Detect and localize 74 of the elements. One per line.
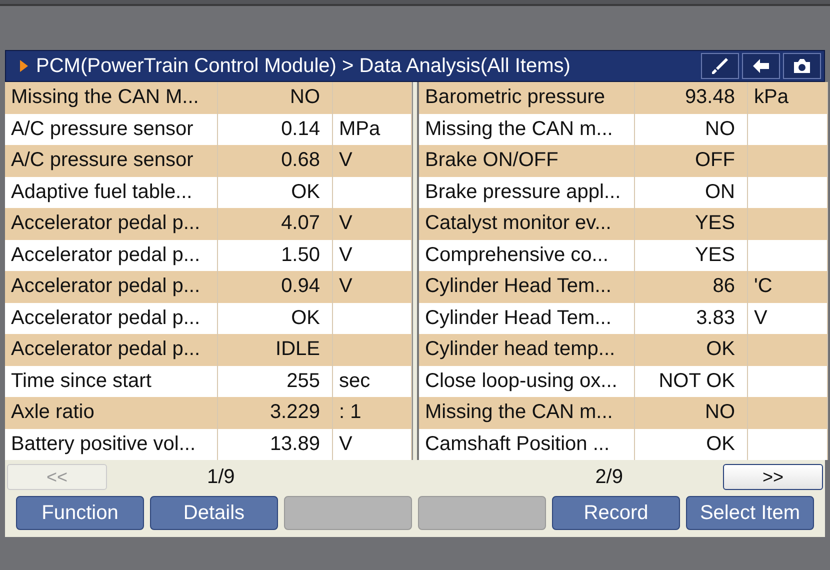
item-value: NOT OK [635, 366, 748, 397]
item-name: Missing the CAN M... [5, 82, 218, 114]
item-value: NO [635, 397, 748, 428]
item-name: Accelerator pedal p... [5, 271, 218, 302]
item-name: Close loop-using ox... [419, 366, 635, 397]
item-value: OK [635, 428, 748, 460]
item-name: Cylinder Head Tem... [419, 302, 635, 334]
item-name: Battery positive vol... [5, 428, 218, 460]
item-value: 86 [635, 271, 748, 302]
item-value: 13.89 [218, 428, 333, 460]
next-page-button[interactable]: >> [723, 464, 823, 490]
page-indicator: 1/9 [207, 466, 235, 488]
item-name: Cylinder Head Tem... [419, 271, 635, 302]
function-button[interactable]: Select Item [686, 496, 814, 530]
item-name: Camshaft Position ... [419, 428, 635, 460]
item-value: 0.94 [218, 271, 333, 302]
item-unit: V [333, 208, 412, 240]
camera-icon [794, 59, 810, 73]
triangle-icon [18, 59, 30, 73]
item-name: Missing the CAN m... [419, 397, 635, 428]
item-name: A/C pressure sensor [5, 145, 218, 176]
item-unit: V [748, 302, 828, 334]
item-name: Accelerator pedal p... [5, 240, 218, 271]
function-button[interactable]: Details [150, 496, 278, 530]
toolbar-button[interactable] [742, 53, 780, 79]
breadcrumb-title: PCM(PowerTrain Control Module) > Data Analysis(All Items) [36, 54, 572, 78]
item-value: NO [218, 82, 333, 114]
item-value: 0.68 [218, 145, 333, 176]
item-name: Missing the CAN m... [419, 114, 635, 145]
item-name: Accelerator pedal p... [5, 334, 218, 366]
item-name: Adaptive fuel table... [5, 176, 218, 208]
item-unit: V [333, 145, 412, 176]
item-name: Brake ON/OFF [419, 145, 635, 176]
item-name: Cylinder head temp... [419, 334, 635, 366]
function-button[interactable]: Record [552, 496, 680, 530]
item-unit: V [333, 271, 412, 302]
back-arrow-icon [753, 59, 769, 73]
item-value: NO [635, 114, 748, 145]
item-unit: sec [333, 366, 412, 397]
toolbar-button[interactable] [701, 53, 739, 79]
item-name: Accelerator pedal p... [5, 208, 218, 240]
item-value: OFF [635, 145, 748, 176]
item-unit: MPa [333, 114, 412, 145]
item-value: IDLE [218, 334, 333, 366]
item-name: Axle ratio [5, 397, 218, 428]
page-indicator: 2/9 [595, 466, 623, 488]
item-unit: V [333, 240, 412, 271]
function-button[interactable]: Function [16, 496, 144, 530]
item-value: OK [635, 334, 748, 366]
item-name: Comprehensive co... [419, 240, 635, 271]
item-unit: V [333, 428, 412, 460]
item-value: OK [218, 302, 333, 334]
toolbar-button[interactable] [783, 53, 821, 79]
item-value: 4.07 [218, 208, 333, 240]
item-value: YES [635, 240, 748, 271]
item-value: ON [635, 176, 748, 208]
item-name: Brake pressure appl... [419, 176, 635, 208]
item-value: YES [635, 208, 748, 240]
item-name: A/C pressure sensor [5, 114, 218, 145]
item-unit: : 1 [333, 397, 412, 428]
item-value: 1.50 [218, 240, 333, 271]
item-name: Barometric pressure [419, 82, 635, 114]
item-value: 93.48 [635, 82, 748, 114]
item-value: 0.14 [218, 114, 333, 145]
item-value: OK [218, 176, 333, 208]
item-name: Catalyst monitor ev... [419, 208, 635, 240]
item-unit: kPa [748, 82, 828, 114]
item-value: 255 [218, 366, 333, 397]
item-value: 3.83 [635, 302, 748, 334]
item-unit: 'C [748, 271, 828, 302]
brush-icon [712, 58, 728, 74]
item-value: 3.229 [218, 397, 333, 428]
item-name: Accelerator pedal p... [5, 302, 218, 334]
item-name: Time since start [5, 366, 218, 397]
